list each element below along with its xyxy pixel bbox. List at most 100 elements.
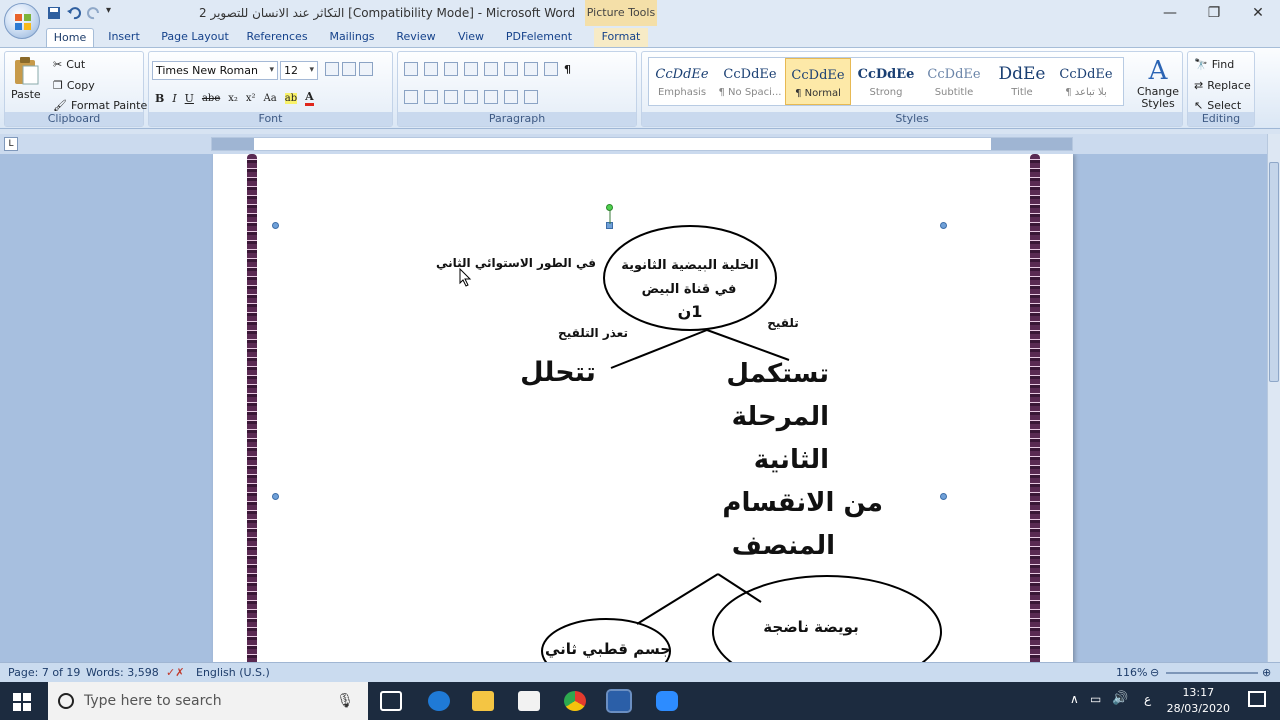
- decrease-indent-icon[interactable]: [504, 62, 518, 76]
- edge-icon[interactable]: [428, 691, 450, 711]
- select-button[interactable]: ↖ Select: [1194, 99, 1241, 112]
- scroll-thumb[interactable]: [1269, 162, 1279, 382]
- italic-icon[interactable]: I: [172, 92, 176, 105]
- task-view-icon[interactable]: [380, 691, 402, 711]
- vertical-scrollbar[interactable]: [1267, 134, 1280, 662]
- justify-icon[interactable]: [464, 90, 478, 104]
- multilevel-list-icon[interactable]: [444, 62, 458, 76]
- branch-label-no-fertilization: تعذر التلقيح: [558, 326, 628, 340]
- store-icon[interactable]: [518, 691, 540, 711]
- highlight-icon[interactable]: ab: [284, 92, 298, 104]
- align-left-icon[interactable]: [404, 90, 418, 104]
- tab-pdfelement[interactable]: PDFelement: [504, 28, 574, 47]
- tab-selector[interactable]: L: [4, 137, 18, 151]
- office-button[interactable]: [4, 3, 40, 39]
- style-no-spacing-arabic[interactable]: CcDdEe ¶ بلا تباعد: [1053, 58, 1119, 105]
- borders-icon[interactable]: [524, 90, 538, 104]
- language-indicator[interactable]: English (U.S.): [196, 666, 270, 679]
- undo-icon[interactable]: [66, 5, 82, 21]
- style-normal[interactable]: CcDdEe ¶ Normal: [785, 58, 851, 105]
- superscript-icon[interactable]: x²: [246, 93, 256, 104]
- file-explorer-icon[interactable]: [472, 691, 494, 711]
- change-case-icon[interactable]: Aa: [264, 93, 277, 104]
- zoom-in-icon[interactable]: ⊕: [1262, 666, 1271, 679]
- font-size-select[interactable]: 12: [280, 61, 318, 80]
- windows-start-icon[interactable]: [13, 693, 31, 711]
- style-subtitle[interactable]: CcDdEe Subtitle: [921, 58, 987, 105]
- strikethrough-icon[interactable]: abe: [202, 93, 220, 104]
- clipboard-group-label: Clipboard: [5, 112, 143, 126]
- word-count[interactable]: Words: 3,598: [86, 666, 159, 679]
- numbering-icon[interactable]: [424, 62, 438, 76]
- style-gallery: CcDdEe Emphasis CcDdEe ¶ No Spaci... CcD…: [648, 57, 1124, 106]
- cut-button[interactable]: ✂ Cut: [53, 58, 85, 71]
- increase-indent-icon[interactable]: [524, 62, 538, 76]
- tab-mailings[interactable]: Mailings: [324, 28, 380, 47]
- microphone-icon[interactable]: 🎙: [336, 693, 354, 709]
- tab-format[interactable]: Format: [594, 28, 648, 47]
- clear-formatting-icon[interactable]: [359, 62, 373, 76]
- clipboard-group: Paste ✂ Cut ❐ Copy 🖌 Format Painter Clipboa…: [4, 51, 152, 127]
- restore-button[interactable]: ❐: [1192, 0, 1236, 26]
- tab-page-layout[interactable]: Page Layout: [160, 28, 230, 47]
- chrome-icon[interactable]: [564, 691, 586, 711]
- save-icon[interactable]: [46, 5, 62, 21]
- sort-icon[interactable]: [544, 62, 558, 76]
- shrink-font-icon[interactable]: [342, 62, 356, 76]
- zoom-out-icon[interactable]: ⊖: [1150, 666, 1159, 679]
- tab-references[interactable]: References: [244, 28, 310, 47]
- underline-icon[interactable]: U: [185, 92, 194, 105]
- proofing-icon[interactable]: ✓✗: [166, 666, 184, 679]
- tab-home[interactable]: Home: [46, 28, 94, 47]
- notifications-icon[interactable]: [1248, 691, 1266, 707]
- branch-label-fertilization: تلقيح: [767, 316, 799, 330]
- tray-chevron-icon[interactable]: ∧: [1070, 692, 1079, 706]
- minimize-button[interactable]: —: [1148, 0, 1192, 26]
- taskbar-clock[interactable]: 13:17 28/03/2020: [1167, 685, 1230, 717]
- zoom-slider[interactable]: [1166, 672, 1258, 674]
- zoom-app-icon[interactable]: [656, 691, 678, 711]
- tab-review[interactable]: Review: [394, 28, 438, 47]
- close-button[interactable]: ✕: [1236, 0, 1280, 26]
- change-styles-button[interactable]: A Change Styles: [1136, 56, 1180, 110]
- align-center-icon[interactable]: [424, 90, 438, 104]
- redo-icon[interactable]: [86, 5, 102, 21]
- font-family-select[interactable]: Times New Roman: [152, 61, 278, 80]
- rtl-icon[interactable]: [484, 62, 498, 76]
- style-strong[interactable]: CcDdEe Strong: [853, 58, 919, 105]
- input-language[interactable]: ع: [1144, 692, 1151, 706]
- battery-icon[interactable]: ▭: [1090, 692, 1101, 706]
- paste-button[interactable]: Paste: [11, 56, 41, 101]
- result-line-5: المنصف: [731, 531, 835, 561]
- word-icon[interactable]: [606, 689, 632, 713]
- ltr-icon[interactable]: [464, 62, 478, 76]
- font-color-icon[interactable]: A: [305, 90, 314, 106]
- style-title[interactable]: DdEe Title: [989, 58, 1055, 105]
- paste-icon: [14, 57, 39, 85]
- style-no-spacing[interactable]: CcDdEe ¶ No Spaci...: [717, 58, 783, 105]
- bullets-icon[interactable]: [404, 62, 418, 76]
- document-page[interactable]: الخلية البيضية الثانوية في قناة البيض 1ن…: [213, 154, 1073, 662]
- find-button[interactable]: 🔭 Find: [1194, 58, 1234, 71]
- replace-button[interactable]: ⇄ Replace: [1194, 79, 1251, 92]
- windows-taskbar: Type here to search 🎙 ∧ ▭ 🔊 ع 13:17 28/0…: [0, 682, 1280, 720]
- bold-icon[interactable]: B: [155, 92, 164, 105]
- align-right-icon[interactable]: [444, 90, 458, 104]
- page-count[interactable]: Page: 7 of 19: [8, 666, 80, 679]
- horizontal-ruler[interactable]: [211, 137, 1073, 151]
- zoom-level[interactable]: 116%: [1116, 666, 1147, 679]
- copy-button[interactable]: ❐ Copy: [53, 79, 95, 92]
- shading-icon[interactable]: [504, 90, 518, 104]
- line-spacing-icon[interactable]: [484, 90, 498, 104]
- taskbar-search[interactable]: Type here to search 🎙: [48, 682, 368, 720]
- volume-icon[interactable]: 🔊: [1112, 691, 1128, 706]
- grow-font-icon[interactable]: [325, 62, 339, 76]
- format-painter-button[interactable]: 🖌 Format Painter: [53, 99, 152, 112]
- tab-insert[interactable]: Insert: [102, 28, 146, 47]
- scissors-icon: ✂: [53, 58, 63, 71]
- customize-qat-icon[interactable]: ▾: [106, 5, 122, 21]
- subscript-icon[interactable]: x₂: [228, 93, 238, 104]
- style-emphasis[interactable]: CcDdEe Emphasis: [649, 58, 715, 105]
- pilcrow-icon[interactable]: ¶: [564, 63, 571, 76]
- tab-view[interactable]: View: [452, 28, 490, 47]
